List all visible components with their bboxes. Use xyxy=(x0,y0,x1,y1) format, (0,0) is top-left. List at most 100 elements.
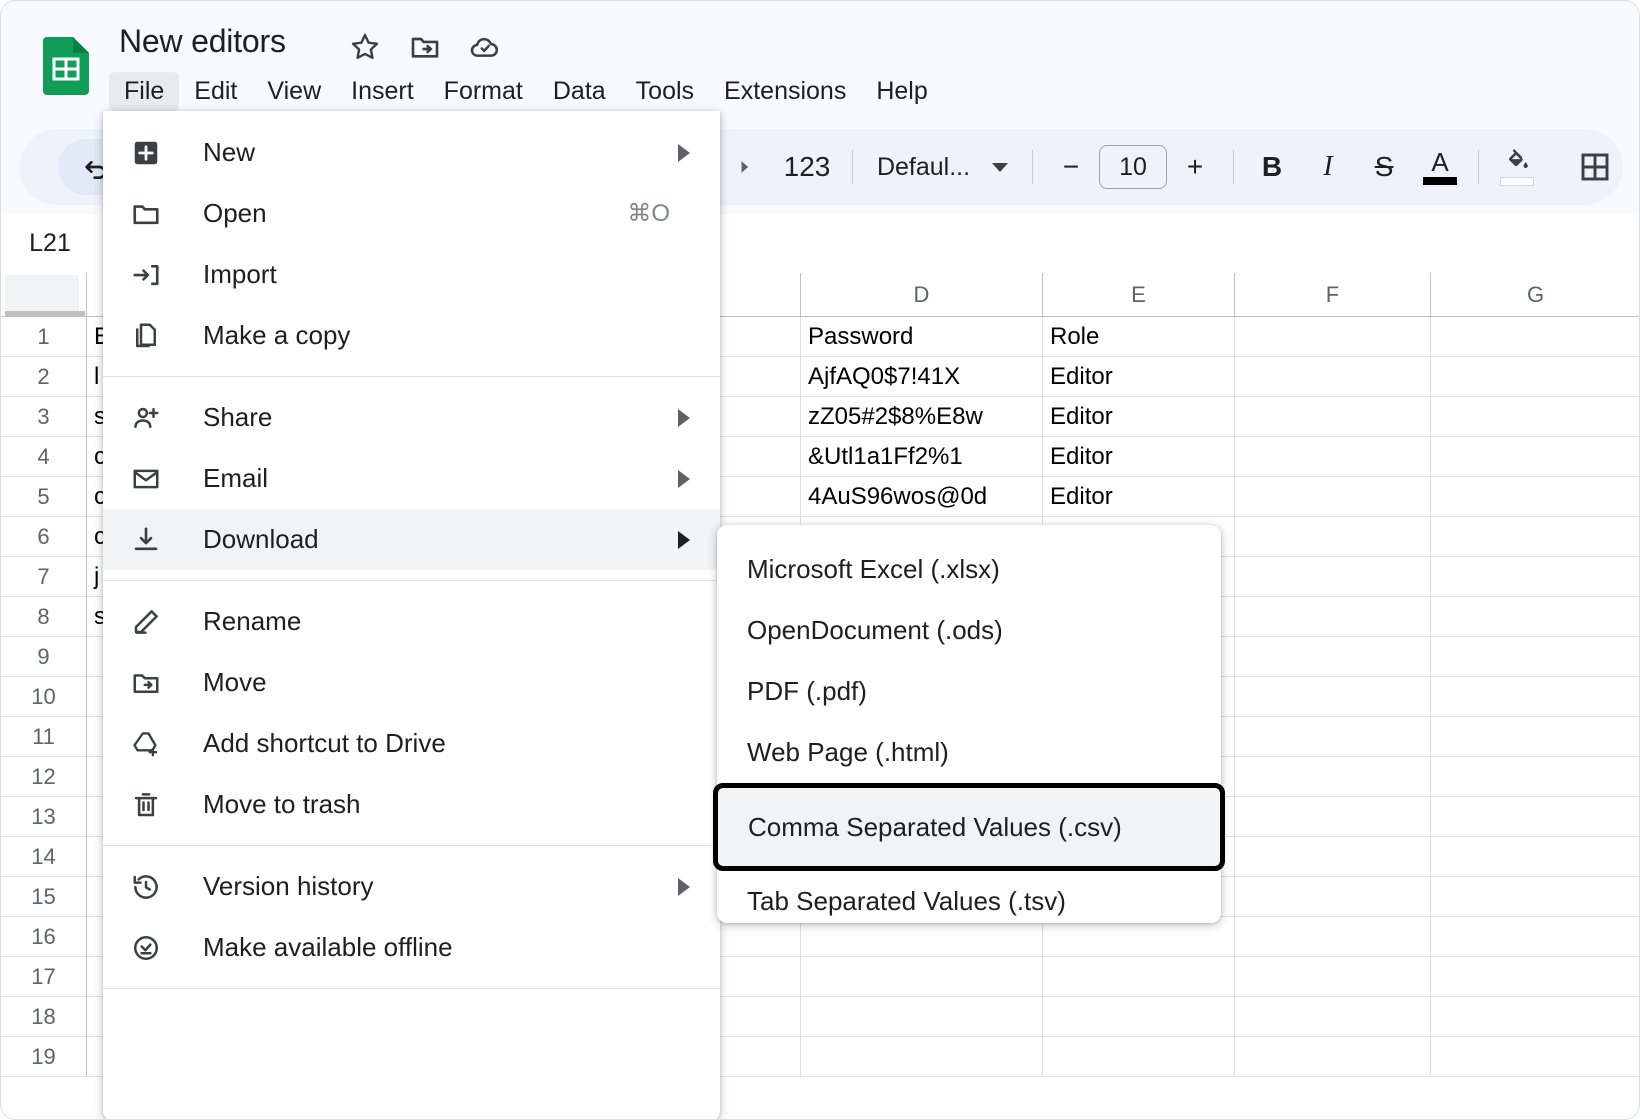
row-header[interactable]: 13 xyxy=(1,797,87,837)
cell-col-e[interactable]: Role xyxy=(1043,317,1235,357)
download-option-xlsx[interactable]: Microsoft Excel (.xlsx) xyxy=(717,539,1221,600)
cell-col-e[interactable] xyxy=(1043,997,1235,1037)
file-menu-item-version-history[interactable]: Version history xyxy=(103,856,720,917)
file-menu-item-open[interactable]: Open ⌘O xyxy=(103,183,720,244)
text-color-button[interactable]: A xyxy=(1412,139,1468,195)
menu-help[interactable]: Help xyxy=(861,72,942,111)
row-header[interactable]: 10 xyxy=(1,677,87,717)
cell-col-g[interactable] xyxy=(1431,797,1639,837)
cell-col-f[interactable] xyxy=(1235,437,1431,477)
file-menu-item-rename[interactable]: Rename xyxy=(103,591,720,652)
cell-col-g[interactable] xyxy=(1431,357,1639,397)
row-header[interactable]: 14 xyxy=(1,837,87,877)
cell-col-f[interactable] xyxy=(1235,397,1431,437)
cell-col-f[interactable] xyxy=(1235,477,1431,517)
cell-col-f[interactable] xyxy=(1235,1037,1431,1077)
toolbar-overflow-caret-icon[interactable] xyxy=(716,139,772,195)
cell-col-f[interactable] xyxy=(1235,557,1431,597)
decrease-font-size-button[interactable]: − xyxy=(1043,139,1099,195)
font-size-input[interactable]: 10 xyxy=(1099,145,1168,189)
paint-bucket-icon[interactable] xyxy=(1489,139,1545,195)
cell-col-e[interactable]: Editor xyxy=(1043,357,1235,397)
row-header[interactable]: 3 xyxy=(1,397,87,437)
bold-button[interactable]: B xyxy=(1244,139,1300,195)
column-header-e[interactable]: E xyxy=(1043,273,1235,317)
select-all-corner[interactable] xyxy=(1,273,87,317)
cell-col-f[interactable] xyxy=(1235,757,1431,797)
cell-col-e[interactable]: Editor xyxy=(1043,397,1235,437)
cell-col-f[interactable] xyxy=(1235,997,1431,1037)
borders-icon[interactable] xyxy=(1567,139,1623,195)
menu-insert[interactable]: Insert xyxy=(336,72,429,111)
menu-view[interactable]: View xyxy=(252,72,336,111)
cell-col-g[interactable] xyxy=(1431,397,1639,437)
download-option-html[interactable]: Web Page (.html) xyxy=(717,722,1221,783)
cell-col-g[interactable] xyxy=(1431,757,1639,797)
cell-col-g[interactable] xyxy=(1431,957,1639,997)
document-title[interactable]: New editors xyxy=(119,23,286,60)
cell-col-g[interactable] xyxy=(1431,917,1639,957)
file-menu-item-download[interactable]: Download xyxy=(103,509,720,570)
row-header[interactable]: 9 xyxy=(1,637,87,677)
cell-col-g[interactable] xyxy=(1431,317,1639,357)
row-header[interactable]: 5 xyxy=(1,477,87,517)
cell-col-g[interactable] xyxy=(1431,677,1639,717)
column-header-g[interactable]: G xyxy=(1431,273,1639,317)
download-option-csv[interactable]: Comma Separated Values (.csv) xyxy=(713,783,1225,871)
cell-col-g[interactable] xyxy=(1431,997,1639,1037)
cell-col-f[interactable] xyxy=(1235,677,1431,717)
star-icon[interactable] xyxy=(349,31,381,63)
row-header[interactable]: 11 xyxy=(1,717,87,757)
row-header[interactable]: 4 xyxy=(1,437,87,477)
cell-col-d[interactable] xyxy=(801,997,1043,1037)
italic-button[interactable]: I xyxy=(1300,139,1356,195)
strikethrough-button[interactable]: S xyxy=(1356,139,1412,195)
cell-col-f[interactable] xyxy=(1235,877,1431,917)
row-header[interactable]: 18 xyxy=(1,997,87,1037)
row-header[interactable]: 19 xyxy=(1,1037,87,1077)
cell-col-g[interactable] xyxy=(1431,597,1639,637)
cell-col-g[interactable] xyxy=(1431,1037,1639,1077)
column-header-f[interactable]: F xyxy=(1235,273,1431,317)
row-header[interactable]: 2 xyxy=(1,357,87,397)
cell-col-g[interactable] xyxy=(1431,877,1639,917)
cell-col-g[interactable] xyxy=(1431,717,1639,757)
cell-col-f[interactable] xyxy=(1235,917,1431,957)
name-box[interactable]: L21 xyxy=(7,219,93,267)
cell-col-f[interactable] xyxy=(1235,597,1431,637)
download-option-ods[interactable]: OpenDocument (.ods) xyxy=(717,600,1221,661)
cell-col-g[interactable] xyxy=(1431,477,1639,517)
file-menu-item-email[interactable]: Email xyxy=(103,448,720,509)
file-menu-item-import[interactable]: Import xyxy=(103,244,720,305)
cell-col-f[interactable] xyxy=(1235,797,1431,837)
cell-col-d[interactable]: &Utl1a1Ff2%1 xyxy=(801,437,1043,477)
cell-col-f[interactable] xyxy=(1235,837,1431,877)
cell-col-d[interactable]: Password xyxy=(801,317,1043,357)
cell-col-d[interactable]: zZ05#2$8%E8w xyxy=(801,397,1043,437)
cell-col-e[interactable] xyxy=(1043,957,1235,997)
file-menu-item-make-available-offline[interactable]: Make available offline xyxy=(103,917,720,978)
row-header[interactable]: 6 xyxy=(1,517,87,557)
row-header[interactable]: 8 xyxy=(1,597,87,637)
cell-col-g[interactable] xyxy=(1431,637,1639,677)
cell-col-d[interactable] xyxy=(801,1037,1043,1077)
row-header[interactable]: 12 xyxy=(1,757,87,797)
cell-col-e[interactable]: Editor xyxy=(1043,477,1235,517)
cloud-saved-icon[interactable] xyxy=(469,31,501,63)
number-format-button[interactable]: 123 xyxy=(772,139,842,195)
cell-col-d[interactable] xyxy=(801,957,1043,997)
cell-col-g[interactable] xyxy=(1431,437,1639,477)
cell-col-f[interactable] xyxy=(1235,357,1431,397)
menu-tools[interactable]: Tools xyxy=(621,72,709,111)
file-menu-item-move[interactable]: Move xyxy=(103,652,720,713)
row-header[interactable]: 15 xyxy=(1,877,87,917)
row-header[interactable]: 7 xyxy=(1,557,87,597)
menu-file[interactable]: File xyxy=(109,71,180,111)
row-header[interactable]: 1 xyxy=(1,317,87,357)
file-menu-item-new[interactable]: New xyxy=(103,122,720,183)
cell-col-f[interactable] xyxy=(1235,717,1431,757)
cell-col-d[interactable]: 4AuS96wos@0d xyxy=(801,477,1043,517)
menu-edit[interactable]: Edit xyxy=(179,72,252,111)
row-header[interactable]: 16 xyxy=(1,917,87,957)
menu-data[interactable]: Data xyxy=(538,72,621,111)
